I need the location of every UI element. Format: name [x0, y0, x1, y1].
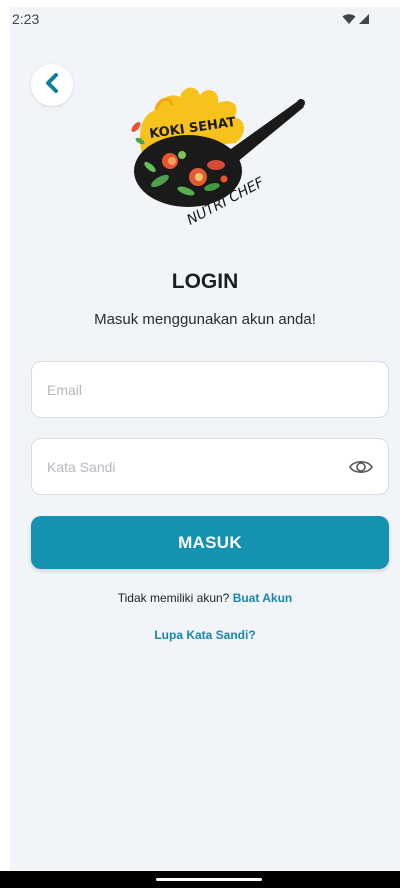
navigation-bar: [0, 871, 400, 888]
signup-row: Tidak memiliki akun? Buat Akun: [10, 591, 400, 605]
eye-icon[interactable]: [348, 455, 374, 479]
signal-icon: [358, 12, 370, 30]
email-field-container: [31, 361, 389, 418]
status-bar: 2:23: [10, 7, 400, 35]
status-time: 2:23: [12, 11, 40, 27]
page-subtitle: Masuk menggunakan akun anda!: [94, 311, 316, 328]
back-button[interactable]: [31, 64, 73, 106]
page-title: LOGIN: [171, 270, 239, 293]
home-indicator[interactable]: [156, 878, 262, 881]
password-field-container: [31, 438, 389, 495]
login-screen: 2:23 KOKI SEHAT NUTRI CHEF LOGIN Masuk m…: [10, 7, 400, 878]
status-icons: [342, 12, 370, 30]
wifi-icon: [342, 12, 356, 30]
create-account-link[interactable]: Buat Akun: [233, 591, 293, 605]
app-logo: KOKI SEHAT NUTRI CHEF: [120, 83, 306, 233]
forgot-password-link[interactable]: Lupa Kata Sandi?: [10, 628, 400, 642]
password-input[interactable]: [32, 439, 388, 494]
email-input[interactable]: [32, 362, 388, 417]
chevron-left-icon: [43, 72, 61, 99]
login-submit-button[interactable]: MASUK: [31, 516, 389, 569]
no-account-text: Tidak memiliki akun?: [117, 591, 233, 605]
